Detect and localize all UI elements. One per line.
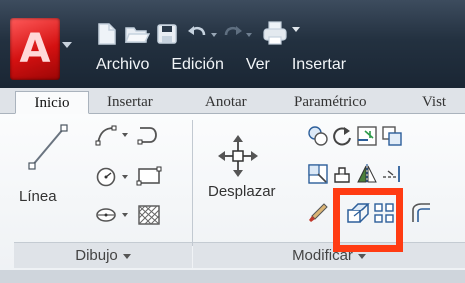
undo-icon[interactable] <box>186 22 208 46</box>
move-tool-icon[interactable] <box>218 134 258 178</box>
hatch-icon[interactable] <box>136 203 162 227</box>
ellipse-icon[interactable] <box>95 204 117 226</box>
menu-edicion[interactable]: Edición <box>160 52 234 78</box>
rotate-icon[interactable] <box>330 124 354 148</box>
title-bar: A Archivo Edición Ver Insertar <box>0 0 465 88</box>
panel-dibujo-title[interactable]: Dibujo <box>14 242 192 268</box>
application-menu-button[interactable]: A <box>10 18 60 80</box>
ellipse-dropdown-arrow-icon[interactable] <box>122 213 128 217</box>
undo-dropdown-arrow-icon[interactable] <box>211 33 217 37</box>
circle-dropdown-arrow-icon[interactable] <box>122 175 128 179</box>
save-icon[interactable] <box>156 22 178 46</box>
arc-icon[interactable] <box>136 124 162 146</box>
tab-parametrico[interactable]: Paramétrico <box>294 91 366 114</box>
trim-icon[interactable] <box>355 124 379 148</box>
tab-inicio[interactable]: Inicio <box>15 91 89 114</box>
quick-access-customize-arrow-icon[interactable] <box>292 27 300 32</box>
open-folder-icon[interactable] <box>124 22 150 46</box>
stretch-icon[interactable] <box>306 162 330 186</box>
ribbon-tab-bar: Inicio Insertar Anotar Paramétrico Vist <box>0 88 465 114</box>
erase-icon[interactable] <box>306 201 330 225</box>
redo-dropdown-arrow-icon[interactable] <box>246 33 252 37</box>
circle-icon[interactable] <box>95 166 117 188</box>
panel-modificar-title[interactable]: Modificar <box>193 242 465 268</box>
copy-icon[interactable] <box>306 124 330 148</box>
highlight-box <box>333 188 403 252</box>
fillet-icon[interactable] <box>380 124 404 148</box>
move-tool-label[interactable]: Desplazar <box>208 183 276 200</box>
tab-anotar[interactable]: Anotar <box>205 91 247 114</box>
menu-insertar[interactable]: Insertar <box>281 52 357 78</box>
menu-ver[interactable]: Ver <box>235 52 281 78</box>
tab-vista[interactable]: Vist <box>422 91 446 114</box>
polyline-dropdown-arrow-icon[interactable] <box>122 133 128 137</box>
line-tool-label[interactable]: Línea <box>19 188 57 205</box>
line-tool-icon[interactable] <box>28 122 68 172</box>
panel-divider <box>192 120 193 246</box>
chevron-down-icon <box>357 253 366 259</box>
redo-icon[interactable] <box>222 22 244 46</box>
ribbon-bottom-edge <box>0 270 465 283</box>
app-logo-letter: A <box>19 26 51 72</box>
extend-icon[interactable] <box>380 162 404 186</box>
menu-archivo[interactable]: Archivo <box>85 52 160 78</box>
app-menu-dropdown-arrow-icon[interactable] <box>62 42 72 48</box>
menu-bar: Archivo Edición Ver Insertar <box>85 52 357 78</box>
mirror-icon[interactable] <box>355 162 379 186</box>
tab-insertar[interactable]: Insertar <box>107 91 153 114</box>
array-object-icon[interactable] <box>330 162 354 186</box>
offset-icon[interactable] <box>409 201 433 225</box>
rectangle-icon[interactable] <box>136 165 162 187</box>
new-file-icon[interactable] <box>96 22 118 46</box>
polyline-icon[interactable] <box>95 124 117 146</box>
panel-dibujo-label: Dibujo <box>75 247 118 264</box>
print-icon[interactable] <box>262 20 288 45</box>
chevron-down-icon <box>122 253 131 259</box>
